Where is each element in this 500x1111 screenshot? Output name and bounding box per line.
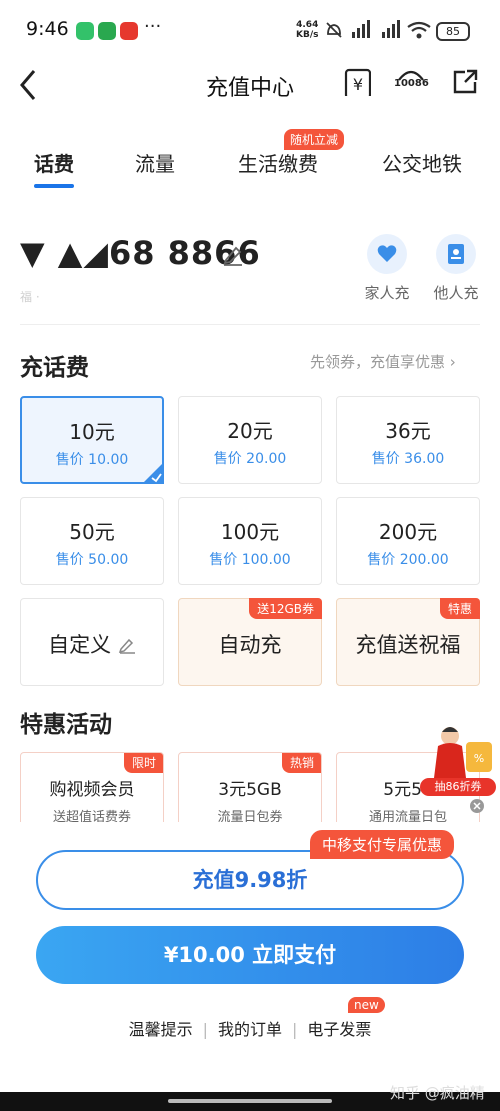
status-time: 9:46 xyxy=(26,18,69,40)
watermark: 知乎 @疯油精 xyxy=(390,1084,485,1102)
mute-icon xyxy=(326,22,342,38)
custom-amount-card[interactable]: 自定义 xyxy=(20,598,164,686)
amount-card-100[interactable]: 100元 售价 100.00 xyxy=(178,497,322,585)
mascot-icon: % xyxy=(434,727,492,778)
signal-icon-2 xyxy=(382,20,400,38)
chevron-right-icon: › xyxy=(449,353,456,371)
orders-link[interactable]: 我的订单 xyxy=(218,1020,282,1039)
edit-icon xyxy=(118,638,135,654)
pay-now-button[interactable]: ¥10.00 立即支付 xyxy=(36,926,464,984)
discount-badge: 中移支付专属优惠 xyxy=(310,830,455,859)
close-ad-icon[interactable] xyxy=(470,799,484,813)
bill-icon[interactable]: ¥ xyxy=(343,68,371,96)
amount-card-20[interactable]: 20元 售价 20.00 xyxy=(178,396,322,484)
blessing-recharge-card[interactable]: 特惠 充值送祝福 xyxy=(336,598,480,686)
phone-owner: 福 · xyxy=(20,290,40,304)
family-recharge-button[interactable]: 家人充 xyxy=(352,234,422,303)
tab-transit[interactable]: 公交地铁 xyxy=(382,148,462,177)
app-notification-icon xyxy=(98,22,116,40)
customer-service-icon[interactable]: 10086 xyxy=(394,68,429,98)
others-recharge-button[interactable]: 他人充 xyxy=(421,234,491,303)
floating-coupon-ad[interactable]: % 抽86折券 xyxy=(420,722,496,813)
network-speed: 4.64 KB/s xyxy=(296,20,319,40)
recharge-section-title: 充话费 xyxy=(20,355,89,381)
divider xyxy=(20,324,480,325)
blessing-badge: 特惠 xyxy=(439,598,480,619)
signal-icon-1 xyxy=(352,20,370,38)
home-indicator[interactable] xyxy=(168,1099,332,1103)
svg-text:%: % xyxy=(474,752,484,765)
share-icon[interactable] xyxy=(451,68,479,96)
tab-phone-bill[interactable]: 话费 xyxy=(34,148,74,177)
status-bar: 9:46 ··· 4.64 KB/s 85 xyxy=(0,0,500,60)
amount-card-200[interactable]: 200元 售价 200.00 xyxy=(336,497,480,585)
coupon-link[interactable]: 先领券，充值享优惠 › xyxy=(310,351,456,372)
active-tab-indicator xyxy=(34,184,74,188)
family-heart-icon xyxy=(367,234,407,274)
battery-indicator: 85 xyxy=(436,22,470,41)
promotions-section-title: 特惠活动 xyxy=(20,712,112,738)
more-notifications-icon: ··· xyxy=(144,16,162,37)
new-badge: new xyxy=(348,997,385,1013)
tab-badge-discount: 随机立减 xyxy=(284,129,345,150)
amount-card-10[interactable]: 10元 售价 10.00 xyxy=(20,396,164,484)
edit-phone-icon[interactable] xyxy=(222,244,244,266)
tab-data[interactable]: 流量 xyxy=(135,148,175,177)
wifi-icon xyxy=(407,21,431,39)
tab-utilities[interactable]: 生活缴费 xyxy=(238,148,318,177)
auto-recharge-badge: 送12GB券 xyxy=(249,598,322,619)
amount-card-50[interactable]: 50元 售价 50.00 xyxy=(20,497,164,585)
wechat-icon xyxy=(76,22,94,40)
contact-book-icon xyxy=(436,234,476,274)
discount-recharge-button[interactable]: 充值9.98折 xyxy=(36,850,464,910)
svg-text:¥: ¥ xyxy=(353,75,363,94)
footer-links: 温馨提示 | 我的订单 | 电子发票 xyxy=(128,1020,372,1039)
auto-recharge-card[interactable]: 送12GB券 自动充 xyxy=(178,598,322,686)
amount-card-36[interactable]: 36元 售价 36.00 xyxy=(336,396,480,484)
invoice-link[interactable]: 电子发票 xyxy=(307,1020,371,1039)
selected-check-icon xyxy=(142,462,164,484)
tips-link[interactable]: 温馨提示 xyxy=(129,1020,193,1039)
taobao-icon xyxy=(120,22,138,40)
